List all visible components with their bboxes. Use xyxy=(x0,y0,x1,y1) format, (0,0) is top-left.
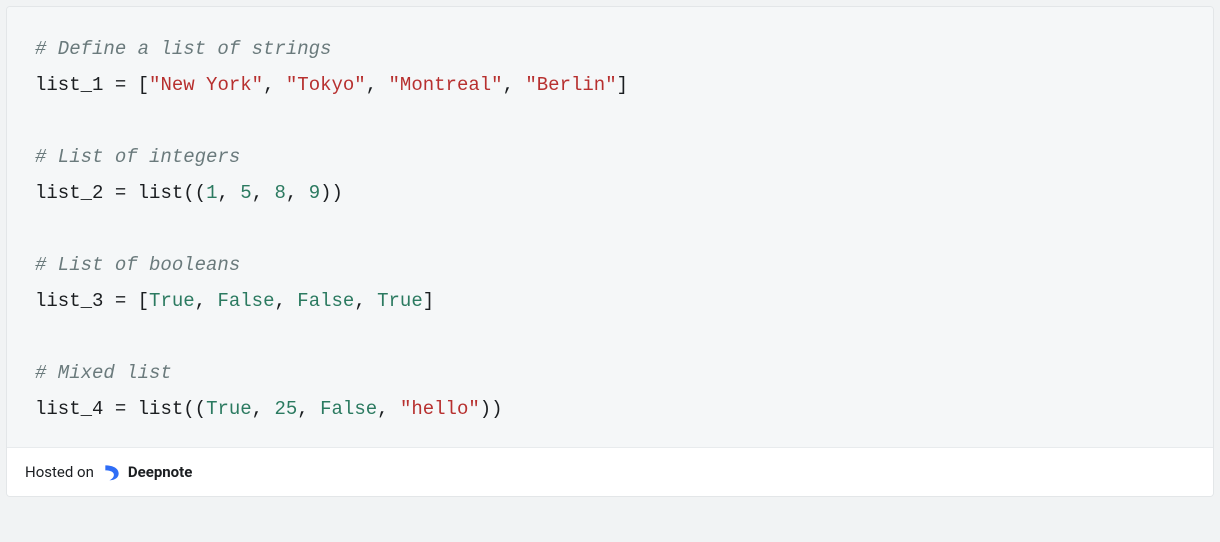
comma: , xyxy=(263,74,286,96)
close-dparen: )) xyxy=(480,398,503,420)
str-hello: "hello" xyxy=(400,398,480,420)
builtin-list: list xyxy=(138,398,184,420)
open-bracket: [ xyxy=(138,290,149,312)
comma: , xyxy=(217,182,240,204)
comment-ints: # List of integers xyxy=(35,146,240,168)
comma: , xyxy=(503,74,526,96)
str-tokyo: "Tokyo" xyxy=(286,74,366,96)
close-bracket: ] xyxy=(617,74,628,96)
footer-hosted-on[interactable]: Hosted on Deepnote xyxy=(7,448,1213,496)
comma: , xyxy=(195,290,218,312)
open-dparen: (( xyxy=(183,182,206,204)
comment-mixed: # Mixed list xyxy=(35,362,172,384)
comma: , xyxy=(252,182,275,204)
assign-op: = xyxy=(103,290,137,312)
var-list4: list_4 xyxy=(35,398,103,420)
close-dparen: )) xyxy=(320,182,343,204)
close-bracket: ] xyxy=(423,290,434,312)
num-9: 9 xyxy=(309,182,320,204)
bool-true: True xyxy=(377,290,423,312)
comment-strings: # Define a list of strings xyxy=(35,38,331,60)
var-list2: list_2 xyxy=(35,182,103,204)
assign-op: = xyxy=(103,398,137,420)
open-bracket: [ xyxy=(138,74,149,96)
deepnote-logo-icon xyxy=(102,462,122,482)
str-berlin: "Berlin" xyxy=(525,74,616,96)
bool-false: False xyxy=(320,398,377,420)
bool-true: True xyxy=(206,398,252,420)
assign-op: = xyxy=(103,182,137,204)
var-list3: list_3 xyxy=(35,290,103,312)
comma: , xyxy=(377,398,400,420)
footer-brand: Deepnote xyxy=(128,463,192,481)
num-25: 25 xyxy=(274,398,297,420)
comma: , xyxy=(274,290,297,312)
builtin-list: list xyxy=(138,182,184,204)
bool-false: False xyxy=(217,290,274,312)
num-8: 8 xyxy=(275,182,286,204)
embed-card: # Define a list of strings list_1 = ["Ne… xyxy=(6,6,1214,497)
num-5: 5 xyxy=(240,182,251,204)
assign-op: = xyxy=(103,74,137,96)
open-dparen: (( xyxy=(183,398,206,420)
str-newyork: "New York" xyxy=(149,74,263,96)
var-list1: list_1 xyxy=(35,74,103,96)
num-1: 1 xyxy=(206,182,217,204)
comma: , xyxy=(354,290,377,312)
code-content: # Define a list of strings list_1 = ["Ne… xyxy=(35,31,1185,427)
code-block: # Define a list of strings list_1 = ["Ne… xyxy=(7,7,1213,448)
bool-true: True xyxy=(149,290,195,312)
comma: , xyxy=(252,398,275,420)
comma: , xyxy=(297,398,320,420)
footer-prefix: Hosted on xyxy=(25,463,94,481)
canvas: # Define a list of strings list_1 = ["Ne… xyxy=(0,0,1220,542)
comma: , xyxy=(286,182,309,204)
comment-bools: # List of booleans xyxy=(35,254,240,276)
str-montreal: "Montreal" xyxy=(389,74,503,96)
bool-false: False xyxy=(297,290,354,312)
comma: , xyxy=(366,74,389,96)
